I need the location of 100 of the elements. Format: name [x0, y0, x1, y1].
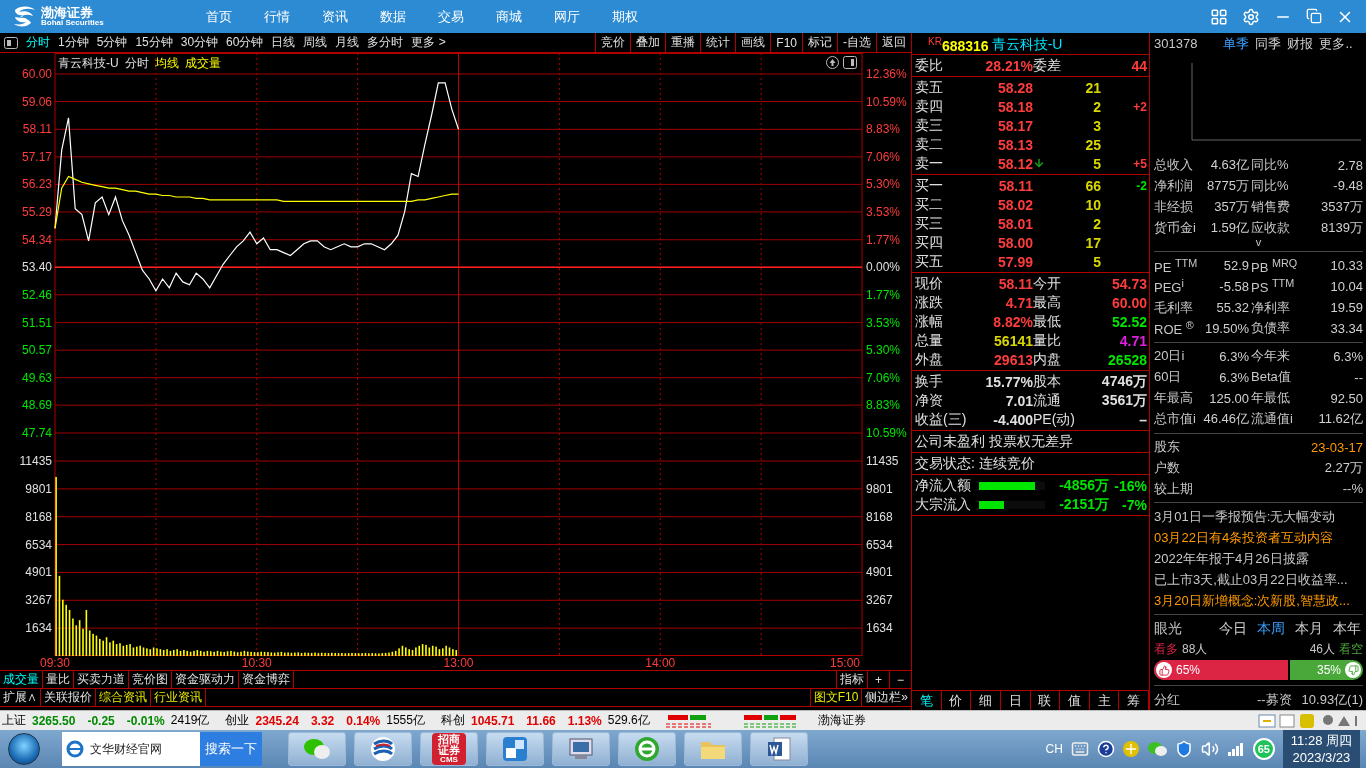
- search-button[interactable]: 搜索一下: [200, 732, 262, 766]
- grid-icon[interactable]: [1210, 7, 1228, 26]
- taskbar-app-button[interactable]: [618, 732, 676, 766]
- order-price: 58.28: [997, 79, 1033, 96]
- bull-count: 88人: [1182, 640, 1208, 658]
- report-tab[interactable]: 财报: [1287, 34, 1314, 53]
- period-tab[interactable]: 更多 >: [407, 33, 450, 52]
- broker-app-icon: 招商 证券 CMS: [432, 733, 466, 765]
- period-tab[interactable]: 本周: [1255, 620, 1287, 639]
- chat-bubbles-icon[interactable]: [1146, 741, 1167, 757]
- toolbar-button[interactable]: 竞价: [595, 33, 631, 52]
- taskbar-clock[interactable]: 11:28 周四 2023/3/23: [1282, 730, 1360, 768]
- help-icon[interactable]: [1096, 740, 1115, 758]
- toolbar-button[interactable]: 返回: [876, 33, 911, 52]
- expand-toggle[interactable]: v: [1255, 238, 1262, 249]
- taskbar-app-button[interactable]: [552, 732, 610, 766]
- toolbar-button[interactable]: -自选: [837, 33, 876, 52]
- panel-toggle-icon[interactable]: [4, 37, 18, 49]
- keyboard-icon[interactable]: [1070, 740, 1089, 758]
- indicator-tool-button[interactable]: 指标: [836, 671, 867, 688]
- shield-icon[interactable]: [1174, 740, 1193, 758]
- axis-label: 50.57: [21, 343, 52, 358]
- logo-icon: [370, 736, 396, 762]
- menu-item[interactable]: 资讯: [308, 7, 362, 26]
- period-tab[interactable]: 本年: [1331, 620, 1363, 639]
- menu-item[interactable]: 首页: [192, 7, 246, 26]
- indicator-tab[interactable]: 成交量: [0, 671, 43, 688]
- news-link[interactable]: 03月22日有4条投资者互动内容: [1154, 527, 1363, 549]
- volume-icon[interactable]: [1200, 740, 1219, 758]
- axis-label: 51.51: [21, 315, 52, 330]
- period-tab[interactable]: 60分钟: [222, 33, 268, 52]
- order-volume: 5: [1093, 253, 1101, 270]
- indicator-tab[interactable]: 资金博弈: [239, 671, 294, 688]
- status-text: 交易状态: 连续竞价: [915, 454, 1036, 473]
- side-button[interactable]: 图文F10: [809, 689, 862, 706]
- upload-icon[interactable]: [826, 56, 839, 69]
- start-button[interactable]: [8, 733, 40, 765]
- taskbar-app-button[interactable]: 招商 证券 CMS: [420, 732, 478, 766]
- settings-icon[interactable]: [1242, 7, 1260, 26]
- toolbar-button[interactable]: F10: [770, 33, 802, 52]
- info-tab[interactable]: 扩展∧: [0, 689, 41, 706]
- menu-item[interactable]: 网厅: [540, 7, 594, 26]
- menu-item[interactable]: 期权: [598, 7, 652, 26]
- indicator-tab[interactable]: 量比: [43, 671, 74, 688]
- axis-label: 12.36%: [866, 67, 907, 81]
- indicator-tab[interactable]: 买卖力道: [74, 671, 129, 688]
- field-value: 3561万: [1101, 391, 1147, 410]
- report-tab[interactable]: 更多..: [1319, 34, 1353, 53]
- indicator-tab[interactable]: 资金驱动力: [172, 671, 239, 688]
- metric-label: PS $^{TTM}$: [1250, 277, 1296, 296]
- side-button[interactable]: 侧边栏»: [861, 689, 911, 706]
- field-value: –: [1139, 411, 1147, 428]
- toolbar-button[interactable]: 重播: [665, 33, 701, 52]
- signal-icon[interactable]: [1226, 742, 1245, 756]
- toolbar-button[interactable]: 统计: [700, 33, 736, 52]
- menu-item[interactable]: 行情: [250, 7, 304, 26]
- menu-item[interactable]: 商城: [482, 7, 536, 26]
- field-label: 外盘: [915, 350, 944, 369]
- taskbar-app-button[interactable]: [750, 732, 808, 766]
- metric-label: 流通值i: [1250, 410, 1294, 429]
- toolbar-button[interactable]: 标记: [802, 33, 837, 52]
- news-link[interactable]: 3月20日新增概念:次新股,智慧政...: [1154, 590, 1363, 612]
- period-tab[interactable]: 5分钟: [92, 33, 132, 52]
- taskbar-app-button[interactable]: [354, 732, 412, 766]
- news-link[interactable]: 3月01日一季报预告:无大幅变动: [1154, 506, 1363, 528]
- period-tab[interactable]: 分时: [22, 33, 54, 52]
- period-tab[interactable]: 多分时: [363, 33, 408, 52]
- plus-icon[interactable]: [1122, 741, 1139, 757]
- report-tab[interactable]: 单季: [1223, 34, 1250, 53]
- toolbar-button[interactable]: 叠加: [630, 33, 666, 52]
- thumbs-up-icon[interactable]: [1158, 664, 1170, 676]
- news-link[interactable]: 2022年年报于4月26日披露: [1154, 548, 1363, 570]
- indicator-tab[interactable]: 竞价图: [129, 671, 172, 688]
- order-price: 58.02: [997, 196, 1033, 213]
- legend-label: 分时: [124, 55, 149, 72]
- period-tab[interactable]: 日线: [267, 33, 300, 52]
- indicator-tool-button[interactable]: −: [889, 671, 911, 688]
- search-field[interactable]: 文华财经官网: [90, 740, 162, 758]
- panel-toggle-icon[interactable]: [843, 56, 857, 69]
- order-price: 57.99: [997, 253, 1033, 270]
- toolbar-button[interactable]: 画线: [735, 33, 771, 52]
- period-tab[interactable]: 周线: [299, 33, 332, 52]
- taskbar-app-button[interactable]: [486, 732, 544, 766]
- info-tab[interactable]: 综合资讯: [96, 689, 151, 706]
- menu-item[interactable]: 数据: [366, 7, 420, 26]
- period-tab[interactable]: 本月: [1293, 620, 1325, 639]
- report-tab[interactable]: 同季: [1255, 34, 1282, 53]
- info-tab[interactable]: 关联报价: [41, 689, 96, 706]
- period-tab[interactable]: 今日: [1217, 620, 1249, 639]
- info-tab[interactable]: 行业资讯: [151, 689, 206, 706]
- news-link[interactable]: 已上市3天,截止03月22日收益率...: [1154, 569, 1363, 591]
- period-tab[interactable]: 月线: [331, 33, 364, 52]
- period-tab[interactable]: 15分钟: [131, 33, 177, 52]
- restore-icon[interactable]: [1306, 7, 1322, 24]
- axis-label: 11435: [866, 454, 899, 468]
- indicator-tool-button[interactable]: +: [867, 671, 889, 688]
- period-tab[interactable]: 1分钟: [54, 33, 93, 52]
- menu-item[interactable]: 交易: [424, 7, 478, 26]
- thumbs-down-icon[interactable]: [1347, 664, 1359, 676]
- period-tab[interactable]: 30分钟: [176, 33, 223, 52]
